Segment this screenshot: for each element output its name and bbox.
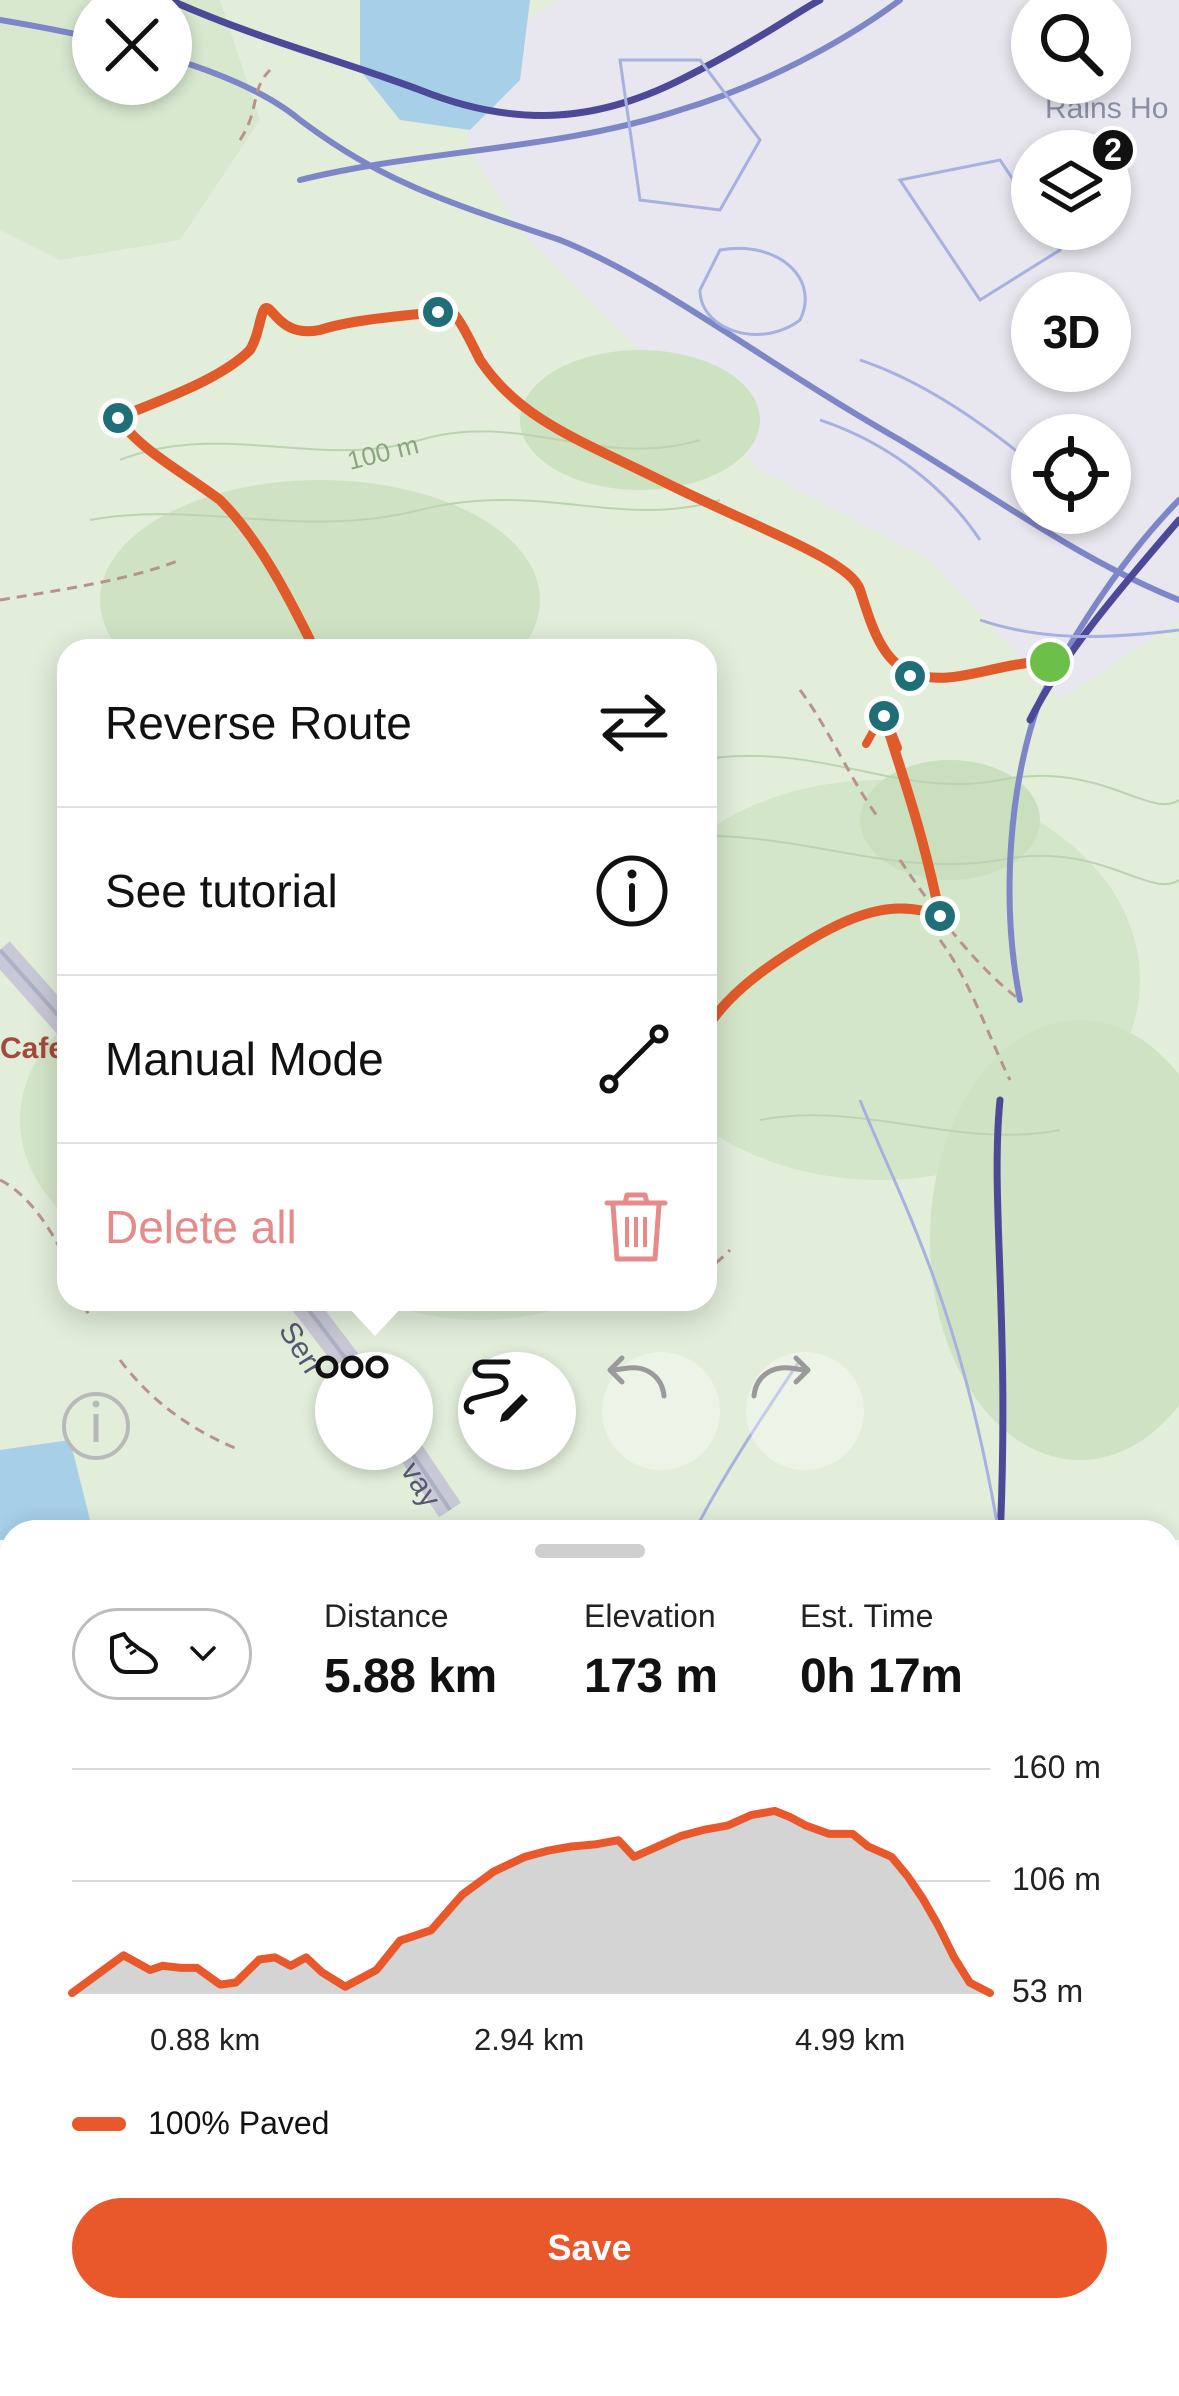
3d-toggle-button[interactable]: 3D xyxy=(1011,272,1131,392)
trash-icon xyxy=(604,1192,668,1262)
swap-arrows-icon xyxy=(600,694,668,752)
layers-count-badge: 2 xyxy=(1089,126,1137,174)
x-tick-label: 2.94 km xyxy=(474,2022,585,2057)
save-button[interactable]: Save xyxy=(72,2198,1107,2298)
redo-icon xyxy=(751,1355,811,1399)
redo-button[interactable] xyxy=(746,1352,864,1470)
menu-pointer xyxy=(347,1306,403,1336)
undo-button[interactable] xyxy=(602,1352,720,1470)
crosshair-icon xyxy=(1033,436,1109,512)
route-draw-icon xyxy=(463,1359,528,1422)
options-menu: Reverse Route See tutorial Manual Mode D… xyxy=(57,639,717,1311)
x-tick-label: 0.88 km xyxy=(150,2022,261,2057)
more-options-button[interactable] xyxy=(315,1352,433,1470)
menu-item-manual-mode[interactable]: Manual Mode xyxy=(57,975,717,1143)
line-segment-icon xyxy=(599,1024,669,1094)
elevation-profile-chart[interactable] xyxy=(0,1520,1179,2100)
y-tick-label: 106 m xyxy=(1012,1861,1101,1897)
undo-icon xyxy=(607,1355,667,1399)
close-icon xyxy=(105,18,159,72)
menu-item-label: Reverse Route xyxy=(105,697,412,749)
poi-label: Cafe xyxy=(0,1032,65,1065)
route-builder-screen: 100 m Rains Ho Cafe Serr vay 2 3D Revers… xyxy=(0,0,1179,2396)
layers-button[interactable]: 2 xyxy=(1011,126,1137,250)
y-tick-label: 53 m xyxy=(1012,1973,1084,2009)
draw-route-button[interactable] xyxy=(458,1352,576,1470)
locate-me-button[interactable] xyxy=(1011,414,1131,534)
surface-legend: 100% Paved xyxy=(72,2105,329,2142)
more-dots-icon xyxy=(315,1355,389,1379)
legend-label: 100% Paved xyxy=(148,2105,330,2141)
3d-label: 3D xyxy=(1042,306,1101,358)
search-icon xyxy=(1041,14,1104,77)
menu-item-reverse-route[interactable]: Reverse Route xyxy=(57,639,717,807)
menu-item-label: Delete all xyxy=(105,1201,297,1253)
menu-item-delete-all[interactable]: Delete all xyxy=(57,1143,717,1311)
info-circle-icon xyxy=(596,855,668,927)
legend-swatch xyxy=(72,2116,126,2131)
x-tick-label: 4.99 km xyxy=(795,2022,906,2057)
route-summary-sheet: Distance 5.88 km Elevation 173 m Est. Ti… xyxy=(0,1520,1179,2396)
menu-item-see-tutorial[interactable]: See tutorial xyxy=(57,807,717,975)
menu-item-label: See tutorial xyxy=(105,865,338,917)
menu-item-label: Manual Mode xyxy=(105,1033,384,1085)
y-tick-label: 160 m xyxy=(1012,1749,1101,1785)
